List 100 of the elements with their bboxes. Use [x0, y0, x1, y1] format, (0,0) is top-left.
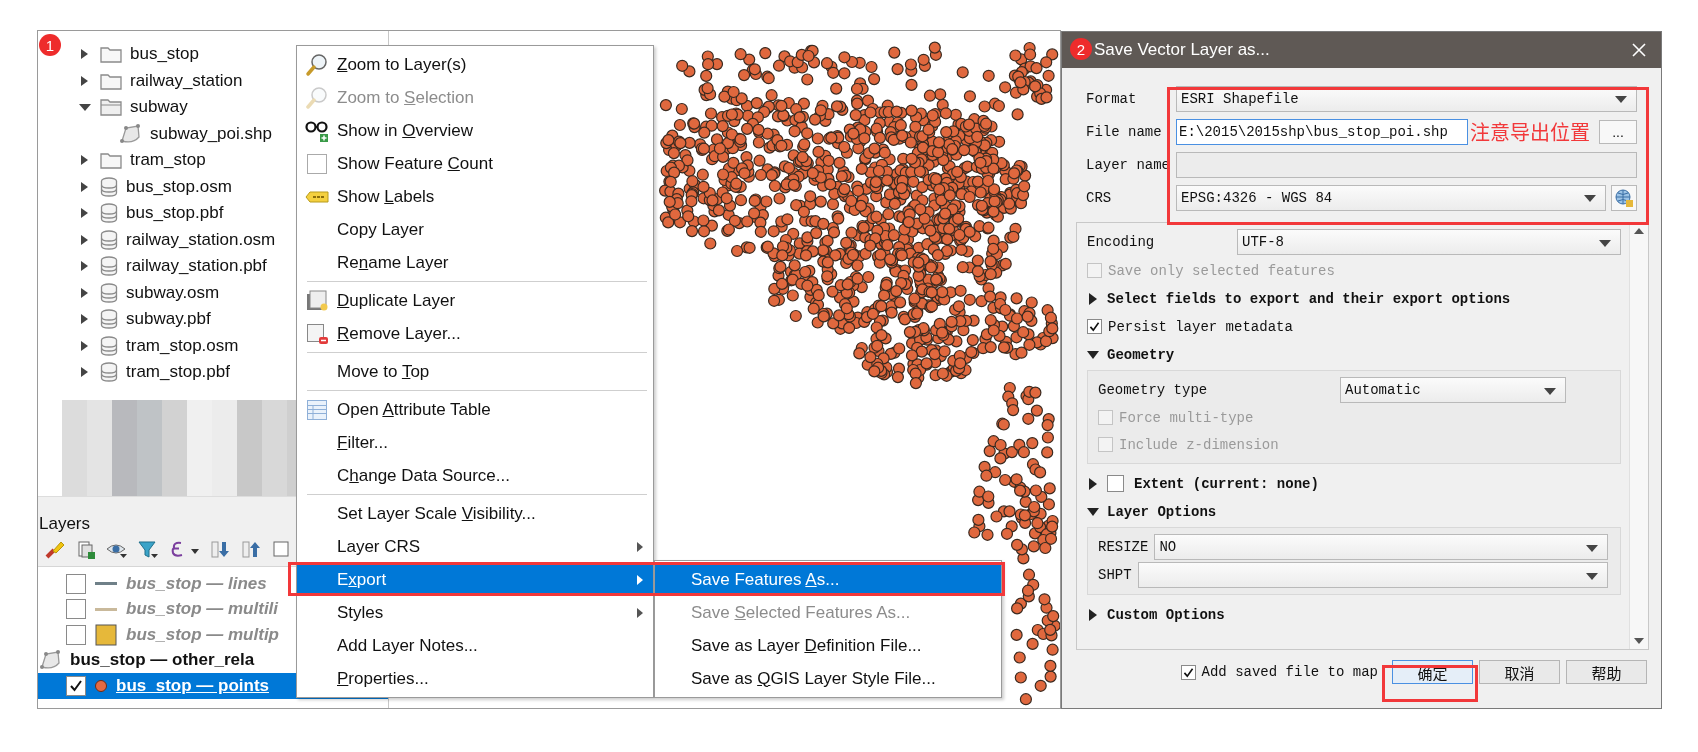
database-icon: [100, 309, 118, 330]
menu-item[interactable]: Save as Layer Definition File...: [655, 629, 1001, 662]
menu-item[interactable]: Zoom to Layer(s): [297, 48, 653, 81]
menu-item[interactable]: Layer CRS: [297, 530, 653, 563]
database-icon: [100, 176, 118, 197]
close-icon[interactable]: [1631, 42, 1647, 58]
tree-item[interactable]: bus_stop.pbf: [126, 203, 224, 224]
dropdown-arrow-icon[interactable]: [1585, 542, 1599, 552]
field-label: Geometry type: [1098, 382, 1209, 398]
tree-item[interactable]: subway.osm: [126, 282, 220, 303]
annotation-text: 注意导出位置: [1469, 117, 1591, 146]
menu-item[interactable]: Styles: [297, 596, 653, 629]
window-title: Save Vector Layer as...: [1094, 40, 1271, 60]
dropdown-arrow-icon[interactable]: [1583, 193, 1597, 202]
tree-item[interactable]: bus_stop.osm: [126, 176, 232, 197]
menu-item[interactable]: Remove Layer...: [297, 317, 653, 350]
field-label: SHPT: [1098, 567, 1132, 583]
field-label: Layer name: [1086, 156, 1171, 173]
tree-item[interactable]: subway.pbf: [126, 309, 211, 330]
menu-item[interactable]: Add Layer Notes...: [297, 629, 653, 662]
section-title[interactable]: Extent (current: none): [1134, 475, 1319, 492]
checkbox[interactable]: [1107, 475, 1124, 492]
polygon-nodes-icon: [38, 649, 62, 672]
dropdown[interactable]: NO: [1154, 534, 1608, 560]
scroll-down-icon[interactable]: [1633, 637, 1645, 645]
caret-right-icon[interactable]: [1087, 292, 1099, 305]
vertical-scrollbar[interactable]: [1629, 223, 1648, 649]
database-icon: [100, 335, 118, 356]
layer-checkbox[interactable]: [66, 624, 86, 645]
field-label: CRS: [1086, 189, 1113, 206]
layer-checkbox[interactable]: [66, 599, 86, 620]
tree-item[interactable]: tram_stop.pbf: [126, 362, 230, 383]
menu-item[interactable]: Rename Layer: [297, 246, 653, 279]
menu-item[interactable]: Show Labels: [297, 180, 653, 213]
layer-name[interactable]: bus_stop — other_rela: [70, 650, 255, 671]
folder-icon: [100, 71, 122, 90]
dropdown[interactable]: Automatic: [1340, 377, 1566, 403]
database-icon: [100, 229, 118, 250]
checkbox-label: Persist layer metadata: [1108, 318, 1293, 335]
checkbox-label: Save only selected features: [1108, 262, 1335, 279]
checkbox[interactable]: [1180, 664, 1196, 680]
folder-icon: [100, 151, 122, 170]
checkbox[interactable]: [305, 151, 329, 176]
folder-icon: [100, 98, 122, 117]
dialog-button[interactable]: 帮助: [1566, 660, 1647, 684]
dropdown-arrow-icon[interactable]: [1614, 94, 1628, 103]
filter-icon[interactable]: [137, 539, 159, 561]
menu-item[interactable]: Copy Layer: [297, 213, 653, 246]
checkbox-label: Force multi-type: [1119, 409, 1254, 426]
crs-dropdown[interactable]: EPSG:4326 - WGS 84: [1176, 184, 1606, 211]
folder-icon: [100, 45, 122, 64]
tree-item[interactable]: subway_poi.shp: [150, 123, 272, 144]
database-icon: [100, 256, 118, 277]
section-title[interactable]: Custom Options: [1107, 606, 1225, 623]
menu-item[interactable]: Show in Overview: [297, 114, 653, 147]
tree-item[interactable]: railway_station.osm: [126, 229, 276, 250]
menu-item[interactable]: Properties...: [297, 662, 653, 695]
tree-item[interactable]: tram_stop.osm: [126, 335, 239, 356]
tree-item[interactable]: subway: [130, 97, 188, 118]
table-icon: [305, 397, 329, 422]
menu-item[interactable]: Show Feature Count: [297, 147, 653, 180]
menu-item[interactable]: Filter...: [297, 426, 653, 459]
caret-right-icon[interactable]: [1087, 477, 1099, 490]
field-label: Encoding: [1087, 234, 1156, 250]
remove-layer-icon: [305, 321, 329, 346]
crs-button[interactable]: [1611, 184, 1637, 211]
section-title[interactable]: Geometry: [1107, 346, 1175, 363]
zoom-icon: [305, 52, 329, 77]
add-group-icon[interactable]: [75, 539, 97, 561]
paint-brush-icon[interactable]: [44, 539, 66, 561]
tree-item[interactable]: railway_station: [130, 70, 243, 91]
expand-down-icon[interactable]: [209, 539, 231, 561]
dropdown-arrow-icon[interactable]: [1585, 570, 1599, 580]
checkbox-label: Add saved file to map: [1201, 664, 1378, 680]
dropdown-arrow-icon[interactable]: [1598, 237, 1612, 247]
caret-down-icon[interactable]: [1087, 348, 1099, 361]
dialog-button[interactable]: 取消: [1479, 660, 1560, 684]
caret-right-icon[interactable]: [1087, 608, 1099, 621]
menu-item[interactable]: Save as QGIS Layer Style File...: [655, 662, 1001, 695]
checkbox[interactable]: [1087, 319, 1102, 334]
dropdown[interactable]: UTF-8: [1237, 229, 1621, 255]
polygon-nodes-icon: [118, 122, 142, 145]
field-label: Format: [1086, 90, 1138, 107]
section-title[interactable]: Select fields to export and their export options: [1107, 290, 1511, 307]
layer-checkbox[interactable]: [66, 675, 86, 696]
tree-item[interactable]: tram_stop: [130, 150, 206, 171]
browse-button[interactable]: ...: [1599, 119, 1637, 144]
collapse-up-icon[interactable]: [240, 539, 262, 561]
menu-item[interactable]: Change Data Source...: [297, 459, 653, 492]
section-title[interactable]: Layer Options: [1107, 503, 1217, 520]
submenu-arrow-icon: [635, 539, 645, 554]
tree-item[interactable]: railway_station.pbf: [126, 256, 267, 277]
layer-checkbox[interactable]: [66, 573, 86, 594]
dropdown-arrow-icon[interactable]: [1543, 385, 1557, 395]
scroll-up-icon[interactable]: [1633, 227, 1645, 235]
database-icon: [100, 362, 118, 383]
caret-down-icon[interactable]: [1087, 505, 1099, 518]
submenu-arrow-icon: [635, 605, 645, 620]
file-name-field[interactable]: E:\2015\2015shp\bus_stop_poi.shp: [1176, 118, 1468, 145]
tree-item[interactable]: bus_stop: [130, 44, 199, 65]
